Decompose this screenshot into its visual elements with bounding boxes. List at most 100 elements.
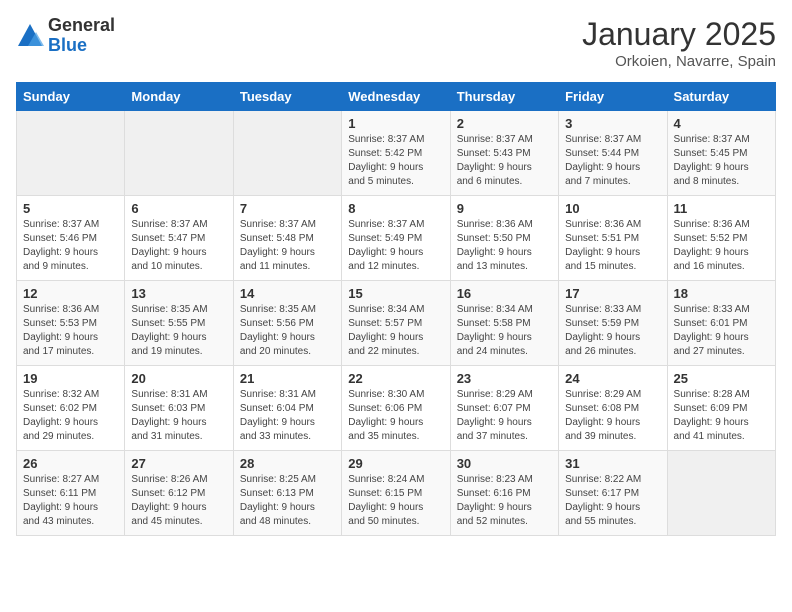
- calendar-cell: 31 Sunrise: 8:22 AM Sunset: 6:17 PM Dayli…: [559, 451, 667, 536]
- calendar-cell: 15 Sunrise: 8:34 AM Sunset: 5:57 PM Dayli…: [342, 281, 450, 366]
- day-info: Sunrise: 8:37 AM Sunset: 5:44 PM Dayligh…: [565, 133, 660, 189]
- calendar-cell: 18Sunrise: 8:33 AM Sunset: 6:01 PM Dayli…: [667, 281, 775, 366]
- calendar-cell: 9 Sunrise: 8:36 AM Sunset: 5:50 PM Daylig…: [450, 196, 558, 281]
- day-number: 25: [674, 371, 769, 386]
- calendar-week-1: 1 Sunrise: 8:37 AM Sunset: 5:42 PM Daylig…: [17, 111, 776, 196]
- day-number: 19: [23, 371, 118, 386]
- day-number: 24: [565, 371, 660, 386]
- header-friday: Friday: [559, 83, 667, 111]
- calendar-cell: [17, 111, 125, 196]
- calendar-cell: [125, 111, 233, 196]
- calendar-table: SundayMondayTuesdayWednesdayThursdayFrid…: [16, 82, 776, 536]
- calendar-cell: 7Sunrise: 8:37 AM Sunset: 5:48 PM Daylig…: [233, 196, 341, 281]
- day-info: Sunrise: 8:37 AM Sunset: 5:47 PM Dayligh…: [131, 218, 226, 274]
- day-number: 22: [348, 371, 443, 386]
- header-tuesday: Tuesday: [233, 83, 341, 111]
- calendar-cell: 28Sunrise: 8:25 AM Sunset: 6:13 PM Dayli…: [233, 451, 341, 536]
- calendar-cell: 26 Sunrise: 8:27 AM Sunset: 6:11 PM Dayli…: [17, 451, 125, 536]
- day-info: Sunrise: 8:28 AM Sunset: 6:09 PM Dayligh…: [674, 388, 769, 444]
- day-info: Sunrise: 8:22 AM Sunset: 6:17 PM Dayligh…: [565, 473, 660, 529]
- day-info: Sunrise: 8:34 AM Sunset: 5:58 PM Dayligh…: [457, 303, 552, 359]
- logo-icon: [16, 22, 44, 50]
- day-info: Sunrise: 8:37 AM Sunset: 5:48 PM Dayligh…: [240, 218, 335, 274]
- day-number: 30: [457, 456, 552, 471]
- calendar-cell: 11 Sunrise: 8:36 AM Sunset: 5:52 PM Dayli…: [667, 196, 775, 281]
- day-number: 31: [565, 456, 660, 471]
- calendar-cell: 14 Sunrise: 8:35 AM Sunset: 5:56 PM Dayli…: [233, 281, 341, 366]
- day-number: 15: [348, 286, 443, 301]
- calendar-cell: 23 Sunrise: 8:29 AM Sunset: 6:07 PM Dayli…: [450, 366, 558, 451]
- calendar-cell: 5 Sunrise: 8:37 AM Sunset: 5:46 PM Daylig…: [17, 196, 125, 281]
- day-info: Sunrise: 8:31 AM Sunset: 6:04 PM Dayligh…: [240, 388, 335, 444]
- day-number: 6: [131, 201, 226, 216]
- day-number: 11: [674, 201, 769, 216]
- day-number: 23: [457, 371, 552, 386]
- calendar-cell: [233, 111, 341, 196]
- day-info: Sunrise: 8:37 AM Sunset: 5:49 PM Dayligh…: [348, 218, 443, 274]
- calendar-cell: [667, 451, 775, 536]
- day-info: Sunrise: 8:29 AM Sunset: 6:07 PM Dayligh…: [457, 388, 552, 444]
- day-info: Sunrise: 8:26 AM Sunset: 6:12 PM Dayligh…: [131, 473, 226, 529]
- header-wednesday: Wednesday: [342, 83, 450, 111]
- day-number: 1: [348, 116, 443, 131]
- day-number: 29: [348, 456, 443, 471]
- day-info: Sunrise: 8:32 AM Sunset: 6:02 PM Dayligh…: [23, 388, 118, 444]
- calendar-cell: 4Sunrise: 8:37 AM Sunset: 5:45 PM Daylig…: [667, 111, 775, 196]
- day-info: Sunrise: 8:24 AM Sunset: 6:15 PM Dayligh…: [348, 473, 443, 529]
- logo-general: General: [48, 16, 115, 36]
- calendar-cell: 3 Sunrise: 8:37 AM Sunset: 5:44 PM Daylig…: [559, 111, 667, 196]
- day-info: Sunrise: 8:36 AM Sunset: 5:51 PM Dayligh…: [565, 218, 660, 274]
- day-info: Sunrise: 8:37 AM Sunset: 5:46 PM Dayligh…: [23, 218, 118, 274]
- day-number: 28: [240, 456, 335, 471]
- day-number: 26: [23, 456, 118, 471]
- calendar-cell: 19 Sunrise: 8:32 AM Sunset: 6:02 PM Dayli…: [17, 366, 125, 451]
- calendar-cell: 16 Sunrise: 8:34 AM Sunset: 5:58 PM Dayli…: [450, 281, 558, 366]
- day-info: Sunrise: 8:37 AM Sunset: 5:42 PM Dayligh…: [348, 133, 443, 189]
- day-number: 14: [240, 286, 335, 301]
- day-number: 3: [565, 116, 660, 131]
- calendar-cell: 1 Sunrise: 8:37 AM Sunset: 5:42 PM Daylig…: [342, 111, 450, 196]
- calendar-cell: 10 Sunrise: 8:36 AM Sunset: 5:51 PM Dayli…: [559, 196, 667, 281]
- day-number: 21: [240, 371, 335, 386]
- calendar-cell: 13 Sunrise: 8:35 AM Sunset: 5:55 PM Dayli…: [125, 281, 233, 366]
- logo: General Blue: [16, 16, 115, 56]
- calendar-cell: 6 Sunrise: 8:37 AM Sunset: 5:47 PM Daylig…: [125, 196, 233, 281]
- day-info: Sunrise: 8:33 AM Sunset: 5:59 PM Dayligh…: [565, 303, 660, 359]
- calendar-cell: 2Sunrise: 8:37 AM Sunset: 5:43 PM Daylig…: [450, 111, 558, 196]
- day-info: Sunrise: 8:36 AM Sunset: 5:50 PM Dayligh…: [457, 218, 552, 274]
- calendar-cell: 25 Sunrise: 8:28 AM Sunset: 6:09 PM Dayli…: [667, 366, 775, 451]
- day-number: 17: [565, 286, 660, 301]
- day-info: Sunrise: 8:27 AM Sunset: 6:11 PM Dayligh…: [23, 473, 118, 529]
- day-number: 16: [457, 286, 552, 301]
- month-title: January 2025: [582, 16, 776, 53]
- calendar-cell: 22 Sunrise: 8:30 AM Sunset: 6:06 PM Dayli…: [342, 366, 450, 451]
- calendar-cell: 24Sunrise: 8:29 AM Sunset: 6:08 PM Dayli…: [559, 366, 667, 451]
- calendar-week-4: 19 Sunrise: 8:32 AM Sunset: 6:02 PM Dayli…: [17, 366, 776, 451]
- calendar-week-5: 26 Sunrise: 8:27 AM Sunset: 6:11 PM Dayli…: [17, 451, 776, 536]
- day-info: Sunrise: 8:34 AM Sunset: 5:57 PM Dayligh…: [348, 303, 443, 359]
- day-info: Sunrise: 8:31 AM Sunset: 6:03 PM Dayligh…: [131, 388, 226, 444]
- calendar-week-2: 5 Sunrise: 8:37 AM Sunset: 5:46 PM Daylig…: [17, 196, 776, 281]
- day-info: Sunrise: 8:36 AM Sunset: 5:52 PM Dayligh…: [674, 218, 769, 274]
- day-number: 10: [565, 201, 660, 216]
- day-info: Sunrise: 8:35 AM Sunset: 5:56 PM Dayligh…: [240, 303, 335, 359]
- location-subtitle: Orkoien, Navarre, Spain: [582, 53, 776, 70]
- calendar-cell: 21 Sunrise: 8:31 AM Sunset: 6:04 PM Dayli…: [233, 366, 341, 451]
- day-info: Sunrise: 8:23 AM Sunset: 6:16 PM Dayligh…: [457, 473, 552, 529]
- calendar-cell: 29 Sunrise: 8:24 AM Sunset: 6:15 PM Dayli…: [342, 451, 450, 536]
- page-header: General Blue January 2025 Orkoien, Navar…: [16, 16, 776, 70]
- header-monday: Monday: [125, 83, 233, 111]
- day-number: 8: [348, 201, 443, 216]
- day-info: Sunrise: 8:37 AM Sunset: 5:43 PM Dayligh…: [457, 133, 552, 189]
- day-info: Sunrise: 8:36 AM Sunset: 5:53 PM Dayligh…: [23, 303, 118, 359]
- logo-blue-text: Blue: [48, 36, 115, 56]
- day-number: 13: [131, 286, 226, 301]
- header-thursday: Thursday: [450, 83, 558, 111]
- day-number: 9: [457, 201, 552, 216]
- title-block: January 2025 Orkoien, Navarre, Spain: [582, 16, 776, 70]
- day-number: 5: [23, 201, 118, 216]
- calendar-header-row: SundayMondayTuesdayWednesdayThursdayFrid…: [17, 83, 776, 111]
- day-info: Sunrise: 8:30 AM Sunset: 6:06 PM Dayligh…: [348, 388, 443, 444]
- day-info: Sunrise: 8:35 AM Sunset: 5:55 PM Dayligh…: [131, 303, 226, 359]
- day-number: 20: [131, 371, 226, 386]
